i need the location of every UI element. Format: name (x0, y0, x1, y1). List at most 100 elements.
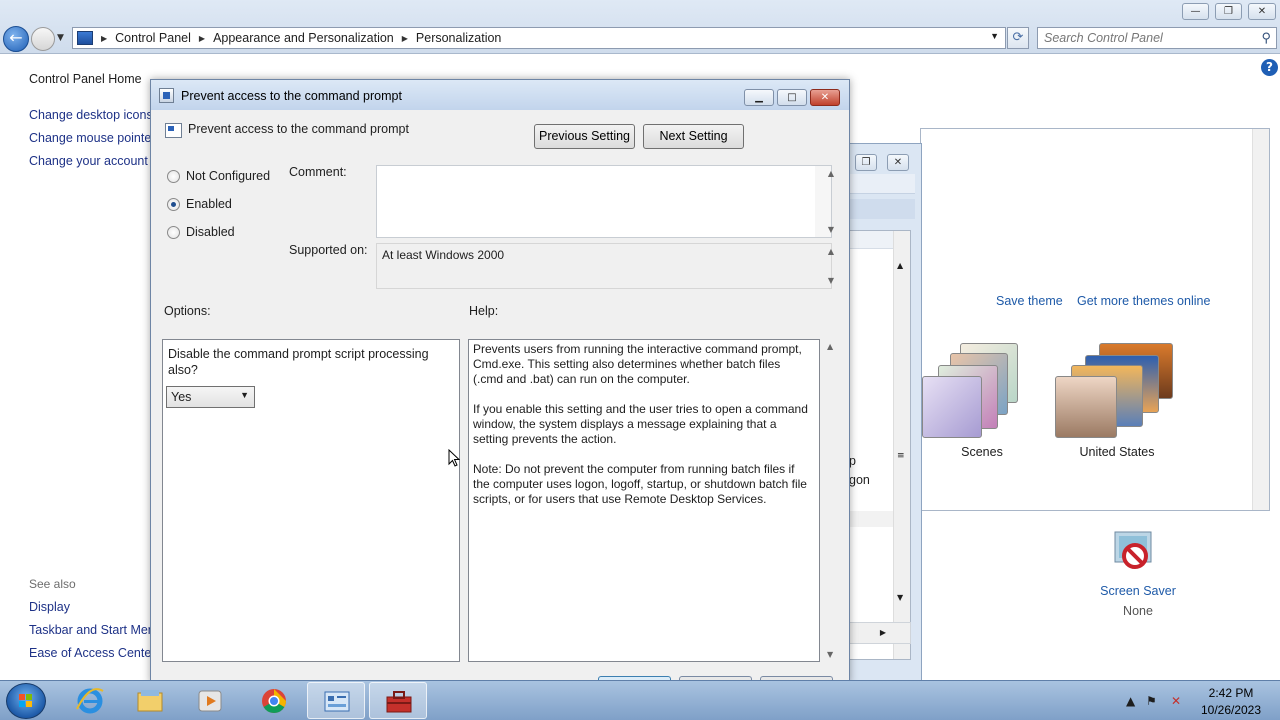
address-dropdown-icon[interactable]: ▼ (990, 31, 999, 41)
explorer-restore-button[interactable]: ❐ (1215, 3, 1242, 20)
radio-disabled[interactable]: Disabled (167, 225, 235, 239)
group-policy-window: ❐ ✕ ▲ ≡ ▼ p gon ▶ (848, 143, 922, 683)
breadcrumb-appearance[interactable]: Appearance and Personalization (213, 31, 394, 45)
comment-textarea[interactable]: ▲ ▼ (376, 165, 834, 238)
dropdown-arrow-icon[interactable]: ▼ (240, 390, 249, 400)
volume-muted-icon[interactable]: ✕ (1171, 694, 1181, 708)
gp-close-button[interactable]: ✕ (887, 154, 909, 171)
script-processing-select[interactable]: Yes ▼ (166, 386, 255, 408)
breadcrumb-personalization[interactable]: Personalization (416, 31, 501, 45)
explorer-close-button[interactable]: ✕ (1248, 3, 1276, 20)
see-also-heading: See also (29, 577, 76, 591)
comment-label: Comment: (289, 165, 347, 179)
radio-button-selected-icon[interactable] (167, 197, 180, 211)
save-theme-link[interactable]: Save theme (996, 294, 1063, 308)
address-bar[interactable]: ▶ Control Panel ▶ Appearance and Persona… (72, 27, 1006, 49)
supported-on-label: Supported on: (289, 243, 368, 257)
toolbox-icon (386, 691, 412, 713)
nav-ease-of-access[interactable]: Ease of Access Center (29, 646, 155, 660)
search-input[interactable]: Search Control Panel ⚲ (1037, 27, 1277, 49)
gp-restore-button[interactable]: ❐ (855, 154, 877, 171)
supported-scrollbar[interactable]: ▲ ▼ (815, 244, 834, 288)
gp-text-fragment: gon (849, 473, 870, 487)
forward-button[interactable] (31, 27, 55, 51)
internet-explorer-icon (76, 688, 104, 714)
action-center-icon[interactable]: ⚑ (1146, 694, 1157, 708)
dialog-titlebar[interactable]: Prevent access to the command prompt ▁ □… (151, 80, 849, 110)
scroll-up-icon[interactable]: ▲ (823, 169, 839, 178)
media-player-icon (198, 690, 222, 712)
search-placeholder: Search Control Panel (1044, 31, 1163, 45)
scroll-down-icon[interactable]: ▼ (823, 276, 839, 285)
taskbar-internet-explorer[interactable] (61, 682, 119, 719)
breadcrumb-control-panel[interactable]: Control Panel (115, 31, 191, 45)
nav-change-desktop-icons[interactable]: Change desktop icons (29, 108, 153, 122)
gp-horizontal-scrollbar[interactable]: ▶ (849, 622, 911, 644)
refresh-button[interactable]: ⟳ (1007, 27, 1029, 49)
breadcrumb-arrow-icon[interactable]: ▶ (402, 34, 408, 43)
screen-saver-link[interactable]: Screen Saver (1090, 584, 1186, 598)
theme-united-states-label: United States (1079, 445, 1155, 459)
theme-united-states[interactable] (1055, 343, 1173, 438)
breadcrumb-arrow-icon[interactable]: ▶ (199, 34, 205, 43)
theme-gallery-scrollbar[interactable] (1252, 129, 1269, 510)
nav-taskbar-start-menu[interactable]: Taskbar and Start Menu (29, 623, 162, 637)
tray-date[interactable]: 10/26/2023 (1196, 703, 1266, 717)
dialog-close-button[interactable]: ✕ (810, 89, 840, 106)
search-icon[interactable]: ⚲ (1261, 30, 1271, 46)
radio-not-configured-label: Not Configured (186, 169, 271, 183)
radio-enabled[interactable]: Enabled (167, 197, 232, 211)
gp-scrollbar[interactable]: ▲ ≡ ▼ (893, 231, 910, 659)
help-text: Prevents users from running the interact… (473, 342, 813, 522)
option-selected-value: Yes (171, 390, 192, 404)
radio-button-icon[interactable] (167, 225, 180, 239)
supported-on-box: At least Windows 2000 ▲ ▼ (376, 243, 834, 289)
taskbar-chrome[interactable] (245, 682, 303, 719)
policy-icon (159, 88, 174, 103)
help-paragraph: Prevents users from running the interact… (473, 342, 802, 386)
dialog-minimize-button[interactable]: ▁ (744, 89, 774, 106)
gp-text-fragment: p (849, 454, 856, 468)
explorer-minimize-button[interactable]: — (1182, 3, 1209, 20)
previous-setting-button[interactable]: Previous Setting (534, 124, 635, 149)
scroll-grip-icon: ≡ (897, 451, 905, 461)
next-setting-button[interactable]: Next Setting (643, 124, 744, 149)
radio-button-icon[interactable] (167, 169, 180, 183)
breadcrumb-arrow-icon[interactable]: ▶ (101, 34, 107, 43)
scroll-down-icon[interactable]: ▼ (827, 650, 833, 659)
start-button[interactable] (6, 683, 46, 719)
scroll-up-icon[interactable]: ▲ (897, 261, 903, 270)
taskbar-media-player[interactable] (181, 682, 239, 719)
screen-saver-icon[interactable] (1113, 530, 1159, 576)
radio-disabled-label: Disabled (186, 225, 235, 239)
gp-details-pane: ▲ ≡ ▼ (849, 230, 911, 660)
get-more-themes-link[interactable]: Get more themes online (1077, 294, 1210, 308)
tray-time[interactable]: 2:42 PM (1200, 686, 1262, 700)
nav-display[interactable]: Display (29, 600, 70, 614)
screen-saver-value: None (1123, 604, 1153, 618)
setting-name: Prevent access to the command prompt (188, 122, 409, 136)
scroll-down-icon[interactable]: ▼ (823, 225, 839, 234)
taskbar-group-policy[interactable] (369, 682, 427, 719)
taskbar-control-panel[interactable] (307, 682, 365, 719)
nav-control-panel-home[interactable]: Control Panel Home (29, 72, 142, 86)
recent-pages-chevron-icon[interactable]: ▼ (57, 33, 64, 43)
dialog-maximize-button[interactable]: □ (777, 89, 807, 106)
setting-icon (165, 123, 182, 138)
show-hidden-icons-icon[interactable]: ▲ (1126, 694, 1135, 708)
help-icon[interactable]: ? (1261, 59, 1278, 76)
control-panel-icon (324, 691, 350, 712)
option-question: Disable the command prompt script proces… (168, 347, 429, 377)
scroll-down-icon[interactable]: ▼ (897, 593, 903, 602)
control-panel-icon (77, 31, 93, 45)
scroll-up-icon[interactable]: ▲ (823, 247, 839, 256)
help-paragraph: If you enable this setting and the user … (473, 402, 808, 446)
radio-not-configured[interactable]: Not Configured (167, 169, 270, 183)
theme-scenes[interactable] (920, 343, 1030, 438)
comment-scrollbar[interactable]: ▲ ▼ (815, 166, 834, 237)
back-button[interactable]: ← (3, 26, 29, 52)
scroll-up-icon[interactable]: ▲ (827, 342, 833, 351)
taskbar-windows-explorer[interactable] (121, 682, 179, 719)
nav-change-mouse-pointers[interactable]: Change mouse pointers (29, 131, 162, 145)
help-scrollbar[interactable]: ▲ ▼ (823, 339, 839, 662)
